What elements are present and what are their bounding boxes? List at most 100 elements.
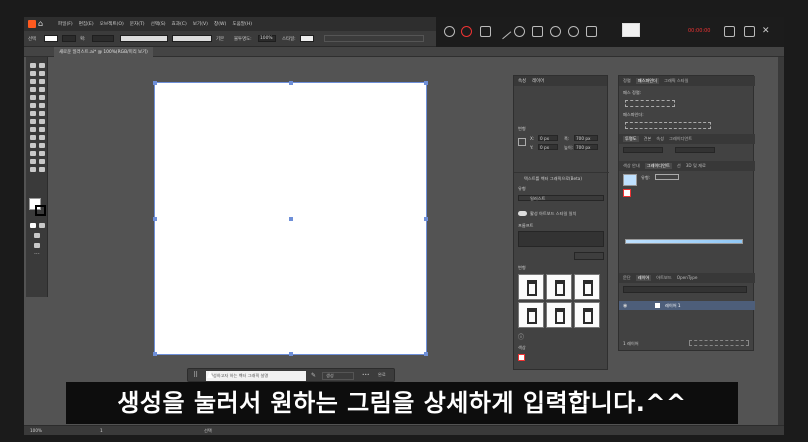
blend-tool-icon[interactable] <box>39 143 45 148</box>
tab-attributes[interactable]: 속성 <box>656 136 664 142</box>
lasso-icon[interactable] <box>39 71 45 76</box>
handle-top-left[interactable] <box>153 81 157 85</box>
stroke-weight-field[interactable] <box>92 35 114 42</box>
gradient-tool-icon[interactable] <box>39 135 45 140</box>
handle-bottom-right[interactable] <box>424 352 428 356</box>
pen-tool-icon[interactable] <box>30 79 36 84</box>
tab-color-guide[interactable]: 색상 안내 <box>623 163 640 169</box>
tab-gradient[interactable]: 그레이디언트 <box>669 136 692 142</box>
handle-middle-left[interactable] <box>153 217 157 221</box>
tab-layers[interactable]: 레이어 <box>532 78 544 84</box>
shape-icon[interactable] <box>550 26 561 37</box>
screenshot-icon[interactable] <box>480 26 491 37</box>
rectangle-tool-icon[interactable] <box>30 95 36 100</box>
capture-preview[interactable] <box>622 23 640 37</box>
variation-thumb-5[interactable] <box>546 302 572 328</box>
screen-mode-icon[interactable] <box>34 243 40 248</box>
record-icon[interactable] <box>444 26 455 37</box>
blend-mode-dropdown[interactable] <box>623 147 663 153</box>
no-color-swatch[interactable] <box>518 354 525 361</box>
eraser-tool-icon[interactable] <box>39 103 45 108</box>
minimize-icon[interactable] <box>744 26 755 37</box>
zoom-tool-icon[interactable] <box>39 167 45 172</box>
tab-swatches[interactable]: 견본 <box>644 136 652 142</box>
selection-tool-icon[interactable] <box>30 63 36 68</box>
handle-middle-right[interactable] <box>424 217 428 221</box>
tab-align[interactable]: 정렬 <box>623 78 631 84</box>
none-color-icon[interactable] <box>39 223 45 228</box>
shape-mode-buttons[interactable] <box>625 100 675 107</box>
prompt-input[interactable]: 생성하고자 하는 벡터 그래픽 설명 <box>206 371 306 381</box>
artboard-tool-icon[interactable] <box>30 159 36 164</box>
tab-3d-materials[interactable]: 3D 및 재료 <box>686 163 706 169</box>
vertical-scrollbar[interactable] <box>778 57 784 425</box>
close-icon[interactable]: ✕ <box>762 26 773 37</box>
variation-thumb-3[interactable] <box>574 274 600 300</box>
gradient-slider[interactable] <box>625 239 743 244</box>
tab-layers-2[interactable]: 레이어 <box>635 275 652 281</box>
visibility-eye-icon[interactable]: ◉ <box>623 303 627 309</box>
variable-width-dropdown[interactable] <box>120 35 168 42</box>
menu-file[interactable]: 파일(F) <box>58 21 73 27</box>
graphic-style-swatch[interactable] <box>300 35 314 42</box>
menu-help[interactable]: 도움말(H) <box>232 21 252 27</box>
webcam-icon[interactable] <box>586 26 597 37</box>
prompt-field[interactable] <box>518 231 604 247</box>
variation-thumb-4[interactable] <box>518 302 544 328</box>
settings-icon[interactable] <box>724 26 735 37</box>
text-icon[interactable] <box>532 26 543 37</box>
symbol-sprayer-icon[interactable] <box>30 151 36 156</box>
menu-object[interactable]: 오브젝트(O) <box>100 21 124 27</box>
paintbrush-tool-icon[interactable] <box>39 95 45 100</box>
handle-top-right[interactable] <box>424 81 428 85</box>
handle-top-center[interactable] <box>289 81 293 85</box>
stroke-swatch[interactable] <box>62 35 76 42</box>
no-gradient-icon[interactable] <box>623 189 631 197</box>
stroke-color-swatch[interactable] <box>35 205 46 216</box>
gradient-type-buttons[interactable] <box>655 174 679 180</box>
fill-swatch[interactable] <box>44 35 58 42</box>
info-icon[interactable]: ⓘ <box>518 332 524 341</box>
rotate-tool-icon[interactable] <box>30 111 36 116</box>
pen-icon[interactable] <box>495 23 512 40</box>
zoom-level[interactable]: 100% <box>30 428 42 433</box>
menu-window[interactable]: 창(W) <box>214 21 226 27</box>
more-button[interactable]: ••• <box>362 372 369 380</box>
reference-point-icon[interactable] <box>518 138 526 146</box>
handle-bottom-left[interactable] <box>153 352 157 356</box>
menu-view[interactable]: 보기(V) <box>193 21 208 27</box>
type-tool-icon[interactable] <box>30 87 36 92</box>
tab-opentype[interactable]: OpenType <box>677 275 698 281</box>
align-buttons[interactable] <box>324 35 424 42</box>
variation-thumb-1[interactable] <box>518 274 544 300</box>
style-match-toggle[interactable] <box>518 211 527 216</box>
tab-paragraph[interactable]: 문단 <box>623 275 631 281</box>
task-bar-grip-icon[interactable]: ⠿ <box>193 371 198 379</box>
free-transform-icon[interactable] <box>39 119 45 124</box>
scale-tool-icon[interactable] <box>39 111 45 116</box>
menu-effect[interactable]: 효과(C) <box>172 21 187 27</box>
layer-action-buttons[interactable] <box>689 340 749 346</box>
stop-icon[interactable] <box>461 26 472 37</box>
gradient-preview-swatch[interactable] <box>623 174 637 186</box>
generate-icon[interactable]: ✎ <box>311 372 316 380</box>
artboard-number[interactable]: 1 <box>100 428 103 433</box>
more-tools-icon[interactable]: ··· <box>34 251 40 258</box>
brush-dropdown[interactable] <box>172 35 212 42</box>
shape-builder-icon[interactable] <box>30 127 36 132</box>
document-tab[interactable]: 새로운 일러스트.ai* @ 100%(RGB/미리 보기) <box>54 47 153 57</box>
draw-mode-icon[interactable] <box>34 233 40 238</box>
layer-row[interactable]: ◉ 레이어 1 <box>619 301 755 310</box>
tab-properties[interactable]: 속성 <box>518 78 526 84</box>
timer-icon[interactable] <box>568 26 579 37</box>
handle-bottom-center[interactable] <box>289 352 293 356</box>
menu-edit[interactable]: 편집(E) <box>79 21 94 27</box>
tab-graphic-styles[interactable]: 그래픽 스타일 <box>664 78 688 84</box>
shaper-tool-icon[interactable] <box>30 103 36 108</box>
layer-name[interactable]: 레이어 1 <box>665 303 681 309</box>
perspective-grid-icon[interactable] <box>39 127 45 132</box>
column-graph-icon[interactable] <box>39 151 45 156</box>
width-tool-icon[interactable] <box>30 119 36 124</box>
zoom-icon[interactable] <box>514 26 525 37</box>
slice-tool-icon[interactable] <box>39 159 45 164</box>
